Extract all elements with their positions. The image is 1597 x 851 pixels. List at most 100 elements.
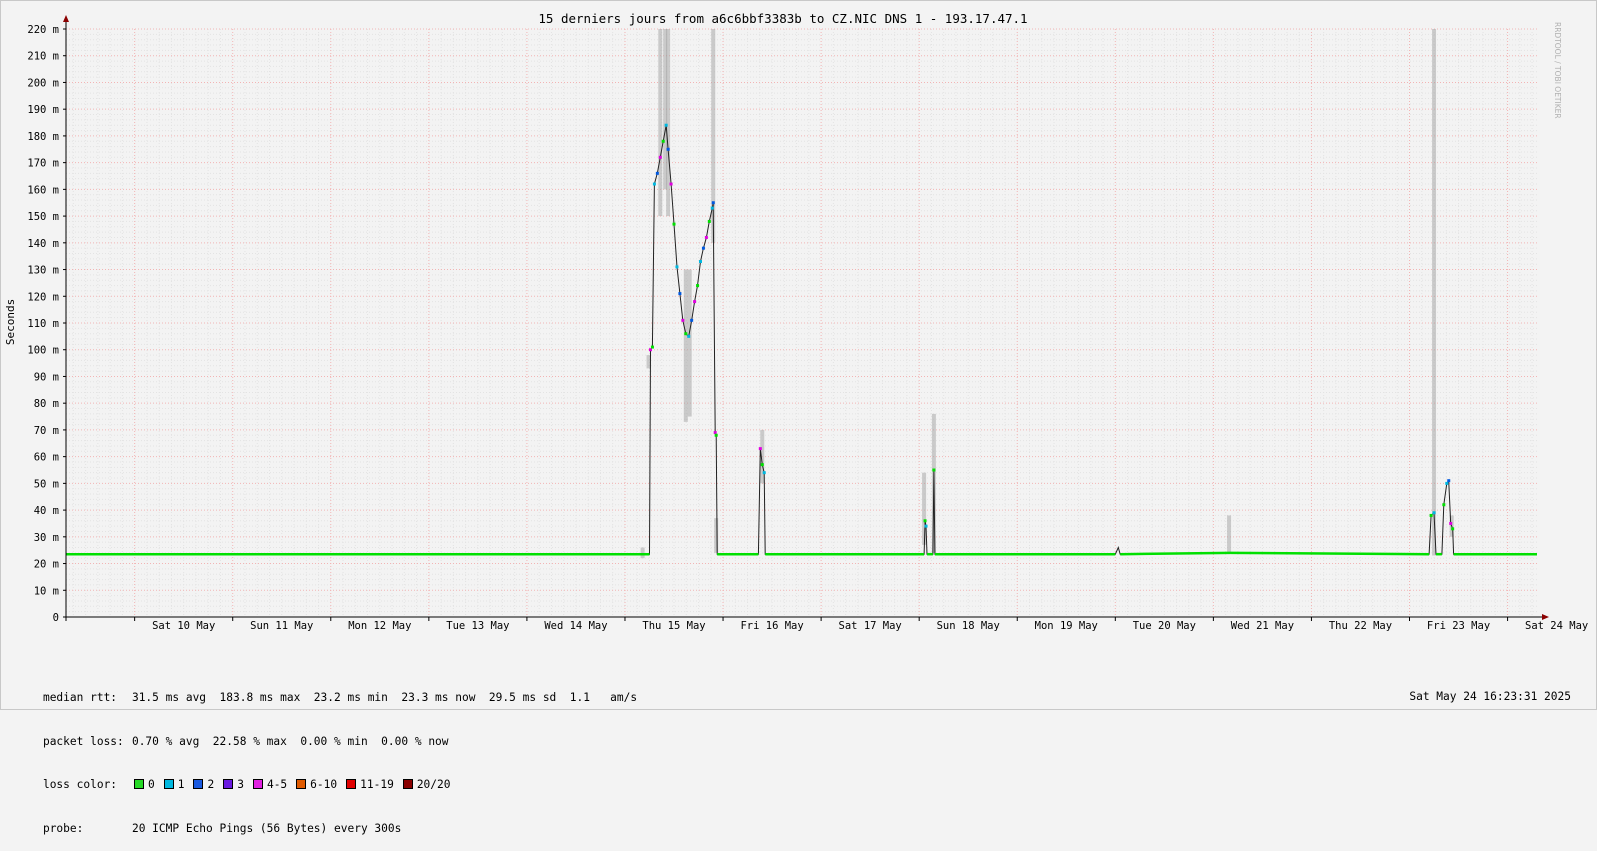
x-tick-labels: Sat 10 May Sun 11 May Mon 12 May Tue 13 May… (152, 620, 1588, 632)
x-tick-label: Sat 17 May (839, 620, 902, 632)
y-tick-label: 10 m (34, 585, 59, 597)
probe-label: probe: (42, 822, 84, 836)
loss-color-swatch (223, 779, 234, 790)
loss-color-label: loss color: (42, 778, 118, 792)
median-rtt-point (760, 463, 764, 467)
median-rtt-point (696, 284, 700, 288)
y-tick-labels: 0 10 m 20 m 30 m 40 m 50 m 60 m 70 m 80 m 90 m 100… (27, 24, 59, 624)
median-rtt-point (690, 318, 694, 322)
x-tick-label: Fri 16 May (740, 620, 803, 632)
loss-color-swatch (193, 779, 204, 790)
median-rtt-point (693, 300, 697, 304)
x-tick-label: Sun 18 May (937, 620, 1000, 632)
smoke-spike (687, 269, 692, 417)
median-rtt-point (711, 201, 715, 205)
median-rtt-point (1447, 479, 1451, 483)
median-rtt-point (698, 260, 702, 264)
median-rtt-point (664, 123, 668, 127)
median-rtt-point (758, 447, 762, 451)
y-tick-label: 210 m (27, 51, 59, 63)
x-tick-label: Wed 21 May (1231, 620, 1294, 632)
loss-color-text: 2 (207, 778, 215, 792)
smoke-spike (922, 472, 927, 545)
smoke-spike (683, 269, 688, 422)
smoke-spike (658, 29, 663, 217)
major-grid (66, 28, 1537, 617)
rtt-chart: 0 10 m 20 m 30 m 40 m 50 m 60 m 70 m 80 m 90 m 100… (4, 11, 1588, 632)
median-rtt-point (1429, 513, 1433, 517)
x-tick-label: Mon 12 May (348, 620, 411, 632)
y-tick-label: 140 m (27, 238, 59, 250)
loss-color-swatches: 0 1 2 3 4-5 6-10 11-19 20/20 (132, 778, 458, 791)
y-axis-arrow (63, 15, 69, 22)
smoke-spike (1227, 515, 1232, 553)
x-tick-label: Thu 15 May (642, 620, 705, 632)
loss-color-item: 6-10 (294, 778, 337, 791)
y-tick-label: 80 m (34, 398, 59, 410)
loss-color-item: 0 (132, 778, 155, 791)
y-tick-label: 120 m (27, 291, 59, 303)
y-tick-label: 170 m (27, 158, 59, 170)
median-rtt-point (1432, 511, 1436, 515)
median-rtt-point (713, 431, 717, 435)
median-rtt-point (932, 468, 936, 472)
loss-color-swatch (252, 779, 263, 790)
y-tick-label: 150 m (27, 211, 59, 223)
loss-color-swatch (163, 779, 174, 790)
median-rtt-point (681, 318, 685, 322)
y-tick-label: 20 m (34, 559, 59, 571)
median-rtt-point (650, 345, 654, 349)
probe-description: 20 ICMP Echo Pings (56 Bytes) every 300s (131, 822, 402, 836)
y-tick-label: 40 m (34, 505, 59, 517)
loss-color-item: 20/20 (401, 778, 451, 791)
loss-color-text: 4-5 (266, 778, 288, 792)
median-rtt-point (648, 348, 652, 352)
y-tick-label: 90 m (34, 371, 59, 383)
median-rtt-point (672, 222, 676, 226)
median-rtt-point (1445, 481, 1449, 485)
packet-loss-label: packet loss: (42, 734, 124, 748)
y-tick-label: 50 m (34, 478, 59, 490)
loss-color-text: 20/20 (416, 778, 451, 792)
y-tick-label: 70 m (34, 425, 59, 437)
median-rtt-point (669, 182, 673, 186)
median-rtt-segment (1120, 551, 1231, 556)
loss-color-text: 6-10 (310, 778, 338, 792)
median-rtt-point (1449, 521, 1453, 525)
y-tick-label: 30 m (34, 532, 59, 544)
median-rtt-label: median rtt: (42, 690, 118, 704)
median-rtt-point (684, 332, 688, 336)
smoke-spike (646, 355, 651, 369)
smoke-spike (666, 29, 671, 217)
median-rtt-point (687, 334, 691, 338)
median-rtt-point (1451, 527, 1455, 531)
y-tick-label: 100 m (27, 345, 59, 357)
loss-color-swatch (402, 779, 413, 790)
loss-color-text: 1 (177, 778, 185, 792)
median-rtt-point (655, 171, 659, 175)
x-tick-label: Mon 19 May (1035, 620, 1098, 632)
median-rtt-point (762, 471, 766, 475)
median-rtt-point (923, 519, 927, 523)
y-tick-label: 110 m (27, 318, 59, 330)
rrdtool-watermark: RRDTOOL / TOBI OETIKER (1553, 22, 1562, 119)
x-tick-label: Tue 13 May (446, 620, 509, 632)
legend-loss-color-row: loss color: 0 1 2 3 4-5 6-10 11-19 20/20 (16, 764, 637, 791)
loss-color-item: 3 (221, 778, 244, 791)
x-tick-label: Thu 22 May (1329, 620, 1392, 632)
y-tick-label: 220 m (27, 24, 59, 36)
median-rtt-point (701, 246, 705, 250)
legend-median-row: median rtt: 31.5 ms avg 183.8 ms max 23.2… (16, 676, 637, 704)
median-rtt-point (714, 433, 718, 437)
loss-color-text: 3 (237, 778, 244, 792)
y-tick-label: 200 m (27, 77, 59, 89)
median-rtt-point (924, 524, 928, 528)
x-tick-label: Sat 24 May (1525, 620, 1588, 632)
median-rtt-point (675, 265, 679, 269)
loss-color-item: 2 (191, 778, 214, 791)
loss-color-text: 0 (147, 778, 155, 792)
loss-color-text: 11-19 (360, 778, 394, 792)
x-tick-label: Sat 10 May (152, 620, 215, 632)
loss-color-swatch (133, 779, 144, 790)
median-rtt-point (678, 292, 682, 296)
